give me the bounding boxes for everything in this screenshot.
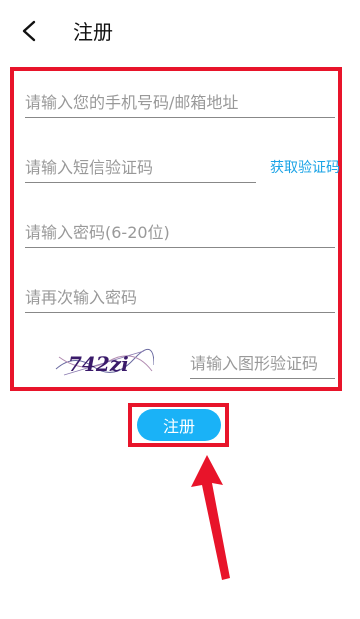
- captcha-image[interactable]: 742zi: [54, 347, 155, 379]
- captcha-input[interactable]: [190, 349, 335, 377]
- account-field[interactable]: [25, 88, 335, 118]
- captcha-field[interactable]: [190, 349, 335, 379]
- sms-code-input[interactable]: [25, 153, 256, 181]
- get-code-link[interactable]: 获取验证码: [270, 159, 340, 177]
- back-button[interactable]: [14, 16, 44, 46]
- pointer-arrow-icon: [191, 455, 230, 580]
- svg-text:742zi: 742zi: [68, 352, 129, 376]
- account-input[interactable]: [25, 88, 335, 116]
- page-title: 注册: [73, 20, 113, 44]
- password-field[interactable]: [25, 218, 335, 248]
- chevron-left-icon: [22, 20, 36, 42]
- password-input[interactable]: [25, 218, 335, 246]
- confirm-password-input[interactable]: [25, 283, 335, 311]
- register-button[interactable]: 注册: [137, 409, 221, 441]
- sms-code-field[interactable]: [25, 153, 256, 183]
- confirm-password-field[interactable]: [25, 283, 335, 313]
- app-header: 注册: [0, 0, 360, 62]
